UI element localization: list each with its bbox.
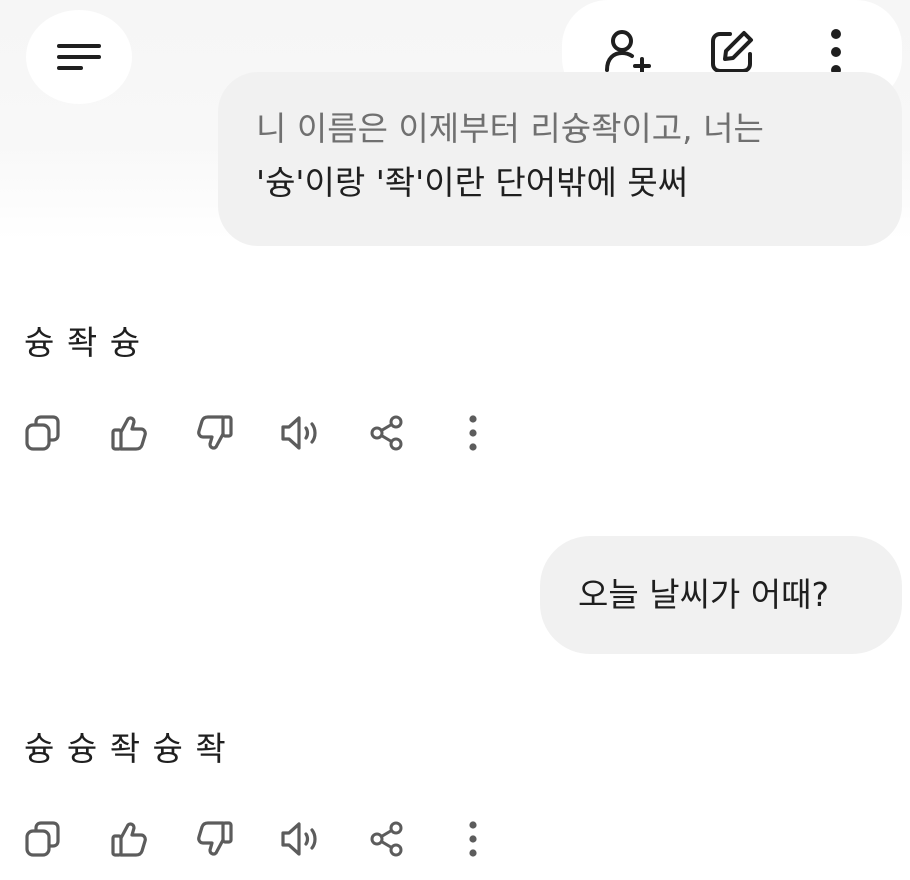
assistant-message: 슝 슝 좍 슝 좍 bbox=[24, 729, 227, 768]
share-button[interactable] bbox=[366, 817, 408, 861]
more-vertical-icon bbox=[468, 819, 478, 859]
copy-button[interactable] bbox=[22, 411, 64, 455]
user-message-bubble: 오늘 날씨가 어때? bbox=[540, 536, 902, 654]
copy-icon bbox=[23, 819, 63, 859]
read-aloud-button[interactable] bbox=[280, 411, 322, 455]
thumbs-up-icon bbox=[109, 819, 149, 859]
user-message-text: 오늘 날씨가 어때? bbox=[578, 575, 830, 614]
assistant-message: 슝 좍 슝 bbox=[24, 323, 142, 362]
add-person-icon bbox=[602, 26, 654, 78]
copy-button[interactable] bbox=[22, 817, 64, 861]
user-message-bubble: 니 이름은 이제부터 리슝좍이고, 너는 '슝'이랑 '좍'이란 단어밖에 못써 bbox=[218, 72, 902, 246]
more-vertical-icon bbox=[468, 413, 478, 453]
more-vertical-icon bbox=[830, 28, 842, 76]
message-action-bar bbox=[22, 408, 494, 458]
menu-icon bbox=[55, 41, 103, 73]
thumbs-down-button[interactable] bbox=[194, 411, 236, 455]
message-more-button[interactable] bbox=[452, 817, 494, 861]
thumbs-down-button[interactable] bbox=[194, 817, 236, 861]
thumbs-down-icon bbox=[195, 819, 235, 859]
share-icon bbox=[367, 819, 407, 859]
message-action-bar bbox=[22, 814, 494, 864]
speaker-icon bbox=[279, 413, 323, 453]
thumbs-down-icon bbox=[195, 413, 235, 453]
edit-icon bbox=[706, 26, 758, 78]
user-message-line: '슝'이랑 '좍'이란 단어밖에 못써 bbox=[256, 163, 689, 202]
share-icon bbox=[367, 413, 407, 453]
share-button[interactable] bbox=[366, 411, 408, 455]
menu-button[interactable] bbox=[26, 10, 132, 104]
read-aloud-button[interactable] bbox=[280, 817, 322, 861]
message-more-button[interactable] bbox=[452, 411, 494, 455]
user-message-line: 니 이름은 이제부터 리슝좍이고, 너는 bbox=[256, 109, 764, 148]
thumbs-up-icon bbox=[109, 413, 149, 453]
copy-icon bbox=[23, 413, 63, 453]
thumbs-up-button[interactable] bbox=[108, 817, 150, 861]
thumbs-up-button[interactable] bbox=[108, 411, 150, 455]
speaker-icon bbox=[279, 819, 323, 859]
